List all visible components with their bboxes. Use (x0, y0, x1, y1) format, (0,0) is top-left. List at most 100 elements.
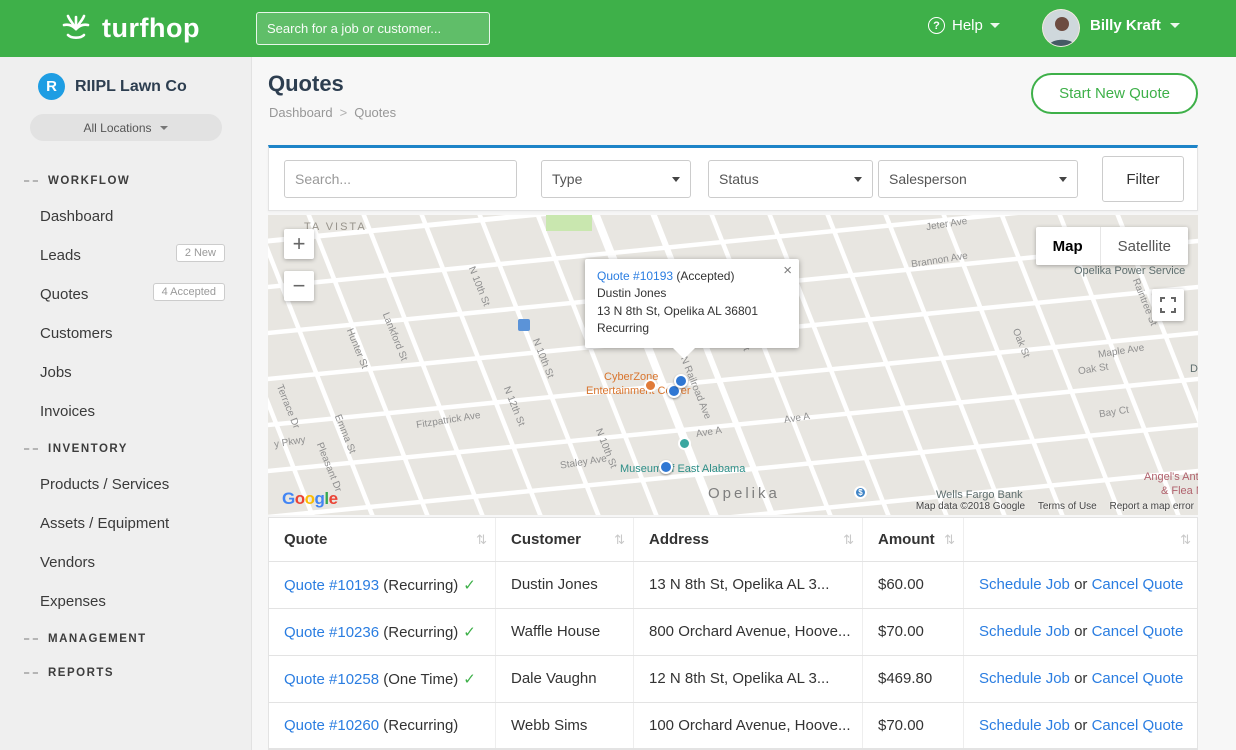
map-label-museum: Museum of East Alabama (620, 463, 745, 475)
quote-map-pin[interactable] (659, 460, 673, 474)
start-new-quote-button[interactable]: Start New Quote (1031, 73, 1198, 114)
cancel-quote-link[interactable]: Cancel Quote (1092, 670, 1184, 687)
quote-type: (Recurring) (383, 577, 458, 594)
global-search-input[interactable] (256, 12, 490, 45)
breadcrumb-dashboard[interactable]: Dashboard (269, 105, 333, 120)
museum-poi-icon (678, 437, 691, 450)
schedule-job-link[interactable]: Schedule Job (979, 623, 1070, 640)
quote-link[interactable]: Quote #10193 (284, 577, 379, 594)
table-row: Quote #10236 (Recurring)✓ Waffle House 8… (269, 609, 1197, 656)
company-name: RIIPL Lawn Co (75, 78, 187, 96)
nav-label: Dashboard (40, 208, 113, 225)
help-menu[interactable]: ? Help (928, 17, 1000, 34)
col-header-actions: ⇅ (964, 518, 1199, 561)
google-logo[interactable]: Google (282, 489, 338, 509)
sidebar-item-products-services[interactable]: Products / Services (0, 465, 251, 504)
address-cell: 100 Orchard Avenue, Hoove... (634, 703, 863, 748)
schedule-job-link[interactable]: Schedule Job (979, 717, 1070, 734)
quotes-search-input[interactable] (284, 160, 517, 198)
report-map-error-link[interactable]: Report a map error (1110, 501, 1194, 512)
fullscreen-icon (1160, 297, 1176, 313)
page-title: Quotes (268, 71, 344, 97)
or-text: or (1074, 717, 1087, 734)
type-select[interactable]: Type (541, 160, 691, 198)
cancel-quote-link[interactable]: Cancel Quote (1092, 717, 1184, 734)
quote-cell: Quote #10260 (Recurring) (269, 703, 496, 748)
sidebar-item-expenses[interactable]: Expenses (0, 582, 251, 621)
nav-label: Invoices (40, 403, 95, 420)
section-workflow: WORKFLOW (0, 163, 251, 197)
turfhop-logo-icon (58, 8, 94, 49)
google-letter: o (295, 489, 305, 508)
quote-map-pin[interactable] (674, 374, 688, 388)
quote-type: (One Time) (383, 671, 458, 688)
dash-icon (24, 448, 38, 450)
amount-cell: $60.00 (863, 562, 964, 608)
help-icon: ? (928, 17, 945, 34)
sort-icon[interactable]: ⇅ (1180, 532, 1191, 548)
quote-cell: Quote #10236 (Recurring)✓ (269, 609, 496, 655)
sidebar-item-quotes[interactable]: Quotes 4 Accepted (0, 275, 251, 314)
quote-type: (Recurring) (383, 624, 458, 641)
map-data-credit: Map data ©2018 Google (916, 501, 1025, 512)
sidebar-item-assets-equipment[interactable]: Assets / Equipment (0, 504, 251, 543)
schedule-job-link[interactable]: Schedule Job (979, 670, 1070, 687)
logo[interactable]: turfhop (58, 8, 200, 49)
chevron-down-icon (1170, 23, 1180, 28)
sidebar-item-customers[interactable]: Customers (0, 314, 251, 353)
terms-of-use-link[interactable]: Terms of Use (1038, 501, 1097, 512)
sort-icon[interactable]: ⇅ (614, 532, 625, 548)
sidebar-item-vendors[interactable]: Vendors (0, 543, 251, 582)
or-text: or (1074, 670, 1087, 687)
quote-link[interactable]: Quote #10260 (284, 717, 379, 734)
actions-cell: Schedule Job or Cancel Quote (964, 656, 1199, 702)
sidebar-item-leads[interactable]: Leads 2 New (0, 236, 251, 275)
quote-link[interactable]: Quote #10258 (284, 671, 379, 688)
sort-icon[interactable]: ⇅ (476, 532, 487, 548)
company-logo-icon: R (38, 73, 65, 100)
map-view-button[interactable]: Map (1036, 227, 1101, 265)
locations-dropdown[interactable]: All Locations (30, 114, 222, 141)
nav-label: Assets / Equipment (40, 515, 169, 532)
map-label: Opelika Power Service (1074, 265, 1185, 277)
google-letter: g (315, 489, 325, 508)
or-text: or (1074, 623, 1087, 640)
salesperson-select-value: Salesperson (889, 171, 967, 187)
section-reports[interactable]: REPORTS (0, 655, 251, 689)
info-frequency: Recurring (597, 320, 787, 337)
quote-link[interactable]: Quote #10236 (284, 624, 379, 641)
close-icon[interactable]: × (783, 263, 792, 278)
sidebar-item-dashboard[interactable]: Dashboard (0, 197, 251, 236)
sidebar-item-invoices[interactable]: Invoices (0, 392, 251, 431)
salesperson-select[interactable]: Salesperson (878, 160, 1078, 198)
filter-button[interactable]: Filter (1102, 156, 1184, 202)
address-cell: 12 N 8th St, Opelika AL 3... (634, 656, 863, 702)
chevron-down-icon (672, 177, 680, 182)
user-menu[interactable]: Billy Kraft (1090, 17, 1180, 34)
section-label: REPORTS (48, 667, 114, 679)
amount-cell: $70.00 (863, 609, 964, 655)
sort-icon[interactable]: ⇅ (944, 532, 955, 548)
dash-icon (24, 672, 38, 674)
section-management[interactable]: MANAGEMENT (0, 621, 251, 655)
sort-icon[interactable]: ⇅ (843, 532, 854, 548)
cancel-quote-link[interactable]: Cancel Quote (1092, 623, 1184, 640)
satellite-view-button[interactable]: Satellite (1101, 227, 1188, 265)
amount-cell: $469.80 (863, 656, 964, 702)
cyberzone-poi-icon (644, 379, 657, 392)
map-canvas[interactable]: TA VISTA Jeter Ave Brannon Ave Opelika P… (268, 215, 1198, 515)
map-label-angels: Angel's Antiqu (1144, 471, 1198, 483)
status-select[interactable]: Status (708, 160, 873, 198)
col-header-customer: Customer ⇅ (496, 518, 634, 561)
fullscreen-button[interactable] (1152, 289, 1184, 321)
company[interactable]: R RIIPL Lawn Co (0, 57, 251, 100)
zoom-in-button[interactable]: + (284, 229, 314, 259)
zoom-out-button[interactable]: − (284, 271, 314, 301)
cancel-quote-link[interactable]: Cancel Quote (1092, 576, 1184, 593)
col-label: Customer (511, 531, 581, 548)
avatar[interactable] (1042, 9, 1080, 47)
schedule-job-link[interactable]: Schedule Job (979, 576, 1070, 593)
info-quote-link[interactable]: Quote #10193 (597, 269, 673, 283)
sidebar-item-jobs[interactable]: Jobs (0, 353, 251, 392)
col-label: Quote (284, 531, 327, 548)
